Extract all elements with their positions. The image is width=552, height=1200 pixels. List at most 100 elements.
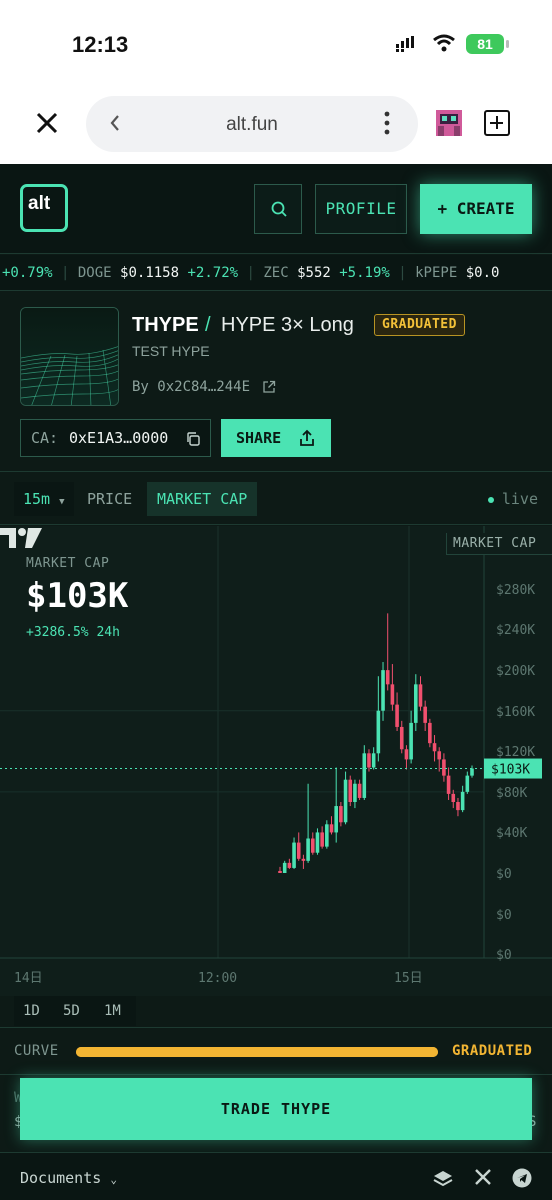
browser-toolbar: alt.fun (0, 86, 552, 164)
candle-body (442, 759, 446, 776)
status-bar: 12:13 81 (0, 0, 552, 86)
candle-body (371, 753, 376, 768)
range-1d[interactable]: 1D (23, 996, 40, 1026)
candle-body (306, 838, 310, 861)
token-description: TEST HYPE (132, 343, 210, 359)
live-indicator: live (488, 482, 538, 516)
candle-body (404, 749, 409, 760)
candle-body (362, 753, 367, 798)
extension-icon[interactable] (434, 108, 464, 138)
alt-logo[interactable]: alt (20, 184, 68, 232)
gitbook-icon[interactable] (432, 1168, 454, 1188)
wifi-icon (433, 34, 455, 52)
candle-body (399, 726, 404, 750)
y-tick-label: $0 (496, 948, 512, 963)
token-art (21, 308, 118, 405)
share-icon (300, 429, 314, 446)
market-cap-label: MARKET CAP (26, 556, 110, 571)
candle-body (418, 684, 423, 707)
candle-body (296, 842, 301, 859)
candle-body (325, 824, 329, 847)
contract-address[interactable]: CA: 0xE1A3…0000 (20, 419, 211, 457)
ticker-change: +2.72% (187, 265, 239, 281)
creator-link[interactable]: By 0x2C84…244E (132, 379, 250, 395)
y-tick-label: $200K (496, 664, 535, 679)
ticker-change: +0.79% (2, 265, 53, 281)
x-tick-label: 12:00 (198, 971, 237, 986)
candle-body (428, 722, 432, 744)
range-5d[interactable]: 5D (63, 996, 80, 1026)
x-tick-label: 14日 (14, 971, 43, 986)
signal-icon (396, 36, 414, 52)
ticker-symbol: DOGE (77, 265, 112, 281)
clock: 12:13 (72, 32, 129, 57)
candle-body (282, 862, 287, 873)
candle-body (287, 862, 292, 868)
token-image (20, 307, 119, 406)
battery-icon: 81 (466, 34, 509, 54)
range-1m[interactable]: 1M (104, 996, 121, 1026)
curve-label: CURVE (14, 1043, 59, 1059)
documents-menu[interactable]: Documents ⌄ (20, 1169, 117, 1187)
candle-body (315, 832, 320, 853)
copy-icon[interactable] (185, 431, 201, 447)
candle-body (353, 783, 357, 802)
y-tick-label: $120K (496, 745, 535, 760)
ticker-symbol: ZEC (263, 265, 289, 281)
candle-body (446, 775, 451, 794)
token-info-panel: THYPE / HYPE 3× Long GRADUATED TEST HYPE… (0, 292, 552, 472)
x-twitter-icon[interactable] (474, 1168, 492, 1186)
candle-body (310, 838, 315, 853)
candle-body (376, 710, 381, 754)
more-icon[interactable] (384, 110, 390, 136)
create-button[interactable]: + CREATE (420, 184, 532, 234)
close-icon[interactable] (34, 110, 60, 136)
ticker-symbol: kPEPE (415, 265, 458, 281)
token-name: HYPE 3× Long (221, 314, 354, 336)
y-tick-label: $0 (496, 908, 512, 923)
curve-status: GRADUATED (452, 1043, 533, 1059)
timeframe-select[interactable]: 15m ▼ (14, 482, 74, 516)
range-selector: 1D 5D 1M (0, 996, 552, 1028)
ticker-separator: | (246, 265, 264, 281)
curve-progress-fill (76, 1047, 438, 1057)
price-ticker: +0.79% | DOGE $0.1158 +2.72% | ZEC $552 … (0, 255, 552, 291)
candle-body (409, 722, 413, 760)
trade-button[interactable]: TRADE THYPE (20, 1078, 532, 1140)
candle-body (334, 806, 338, 833)
candle-body (460, 791, 465, 811)
candle-body (414, 684, 418, 723)
y-tick-label: $240K (496, 623, 535, 638)
share-label: SHARE (236, 429, 282, 447)
external-link-icon[interactable] (262, 380, 276, 394)
url-bar[interactable]: alt.fun (86, 96, 418, 152)
tradingview-logo (0, 528, 42, 548)
new-tab-icon[interactable] (484, 110, 510, 136)
range-group: 1D 5D 1M (14, 996, 136, 1026)
candle-body (301, 858, 306, 861)
ticker-change: +5.19% (339, 265, 390, 281)
profile-button[interactable]: PROFILE (315, 184, 407, 234)
search-button[interactable] (254, 184, 302, 234)
share-button[interactable]: SHARE (221, 419, 331, 457)
token-symbol: THYPE (132, 314, 199, 336)
candle-body (329, 824, 334, 833)
tab-price[interactable]: PRICE (79, 482, 140, 516)
documents-label: Documents (20, 1169, 102, 1187)
candle-body (292, 842, 296, 868)
logo-text: alt (28, 193, 51, 214)
tab-market-cap[interactable]: MARKET CAP (147, 482, 258, 516)
y-tick-label: $40K (496, 826, 527, 841)
market-cap-value: $103K (26, 576, 129, 616)
footer: Documents ⌄ (0, 1152, 552, 1200)
candle-body (385, 670, 390, 685)
ticker-price: $0.1158 (120, 265, 180, 281)
telegram-icon[interactable] (512, 1168, 532, 1188)
chart-tabs: 15m ▼ PRICE MARKET CAP live (0, 473, 552, 525)
token-separator: / (205, 314, 211, 336)
timeframe-value: 15m (23, 490, 51, 508)
axis-title: MARKET CAP (446, 533, 552, 555)
price-chart[interactable]: $280K $240K $200K $160K $120K $80K $40K $0 $0 $0 … (0, 526, 552, 996)
candle-body (390, 684, 395, 705)
candle-body (423, 706, 427, 723)
